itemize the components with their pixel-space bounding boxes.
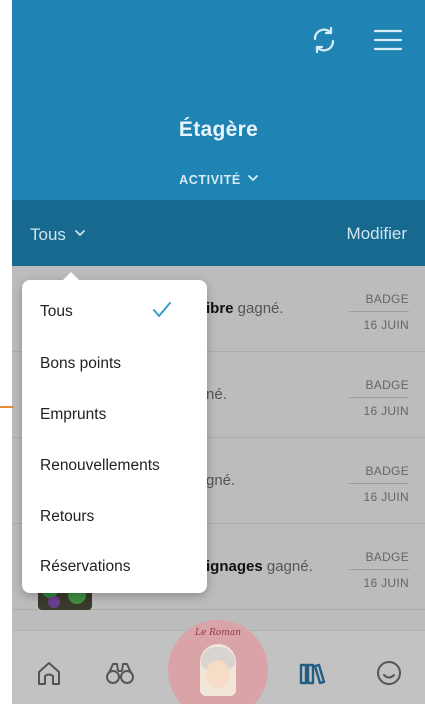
edge-accent-line (0, 406, 14, 408)
activity-meta: BADGE 16 JUIN (349, 464, 409, 504)
featured-book-cover[interactable]: Le Roman (168, 620, 268, 704)
filter-dropdown-menu: Tous Bons points Emprunts Renouvellement… (22, 272, 207, 593)
page-title: Étagère (178, 118, 259, 141)
shelf-icon[interactable] (297, 659, 327, 687)
portrait-face (206, 660, 230, 688)
filter-option-bons-points[interactable]: Bons points (40, 355, 200, 373)
home-icon[interactable] (34, 659, 64, 687)
activity-type: BADGE (349, 464, 409, 484)
chevron-down-icon (74, 224, 86, 237)
activity-date: 16 JUIN (363, 490, 409, 504)
activity-date: 16 JUIN (363, 576, 409, 590)
dropdown-pointer (62, 272, 80, 281)
edit-button[interactable]: Modifier (347, 224, 407, 244)
filter-option-renouvellements[interactable]: Renouvellements (40, 457, 200, 475)
filter-option-retours[interactable]: Retours (40, 508, 200, 526)
activity-meta: BADGE 16 JUIN (349, 378, 409, 418)
activity-type: BADGE (349, 378, 409, 398)
activity-type: BADGE (349, 550, 409, 570)
binoculars-icon[interactable] (105, 659, 135, 687)
header: Étagère ACTIVITÉ (12, 0, 425, 200)
section-selector-label: ACTIVITÉ (179, 173, 241, 187)
filter-dropdown-toggle[interactable]: Tous (30, 224, 86, 245)
section-selector[interactable]: ACTIVITÉ (12, 172, 425, 187)
checkmark-icon (152, 301, 172, 319)
activity-type: BADGE (349, 292, 409, 312)
app-screen: Étagère ACTIVITÉ Tous Modifier ibre gagn… (12, 0, 425, 704)
hamburger-menu-icon[interactable] (370, 22, 406, 58)
filter-option-reservations[interactable]: Réservations (40, 558, 200, 576)
activity-text: gné. (206, 472, 236, 489)
activity-date: 16 JUIN (363, 318, 409, 332)
activity-meta: BADGE 16 JUIN (349, 550, 409, 590)
activity-meta: BADGE 16 JUIN (349, 292, 409, 332)
book-cover-title: Le Roman (194, 628, 242, 638)
activity-date: 16 JUIN (363, 404, 409, 418)
activity-text: ignages gagné. (206, 558, 313, 575)
refresh-icon[interactable] (306, 22, 342, 58)
filter-option-tous[interactable]: Tous (40, 303, 200, 321)
activity-text: né. (206, 386, 227, 403)
chevron-down-icon (247, 172, 258, 182)
activity-text: ibre gagné. (206, 300, 284, 317)
smiley-icon[interactable] (374, 659, 404, 687)
filter-option-emprunts[interactable]: Emprunts (40, 406, 200, 424)
filter-selected-label: Tous (30, 225, 66, 244)
filter-bar: Tous Modifier (12, 200, 425, 266)
